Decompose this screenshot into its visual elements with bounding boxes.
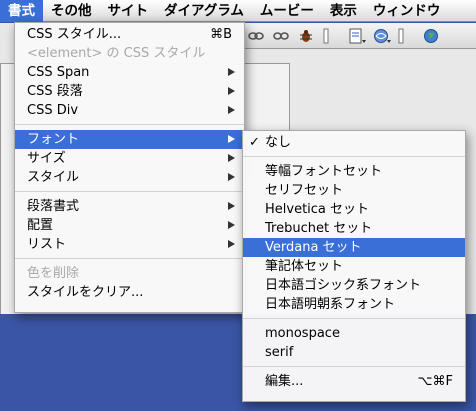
separator-icon-2 — [398, 28, 414, 44]
menu-item-label: 色を削除 — [27, 266, 80, 281]
menubar-item-format[interactable]: 書式 — [0, 0, 43, 22]
menu-item-font[interactable]: フォント — [15, 130, 244, 149]
menu-item-size[interactable]: サイズ — [15, 149, 244, 168]
menu-item-style[interactable]: スタイル — [15, 168, 244, 187]
menu-item-label: スタイル — [27, 170, 80, 185]
submenu-arrow-icon — [228, 240, 235, 248]
menubar: 書式 その他 サイト ダイアグラム ムービー 表示 ウィンドウ — [0, 0, 476, 22]
menu-item-label: スタイルをクリア... — [27, 285, 144, 300]
shortcut-label: ⌥⌘F — [417, 374, 453, 389]
menu-separator — [243, 318, 465, 319]
submenu-arrow-icon — [228, 68, 235, 76]
font-menu-item-monospace-set[interactable]: 等幅フォントセット — [243, 162, 465, 181]
menu-item-label: CSS Div — [27, 103, 79, 118]
menubar-item-other[interactable]: その他 — [43, 0, 100, 22]
menu-item-label: CSS Span — [27, 65, 90, 80]
menubar-item-diagram[interactable]: ダイアグラム — [156, 0, 252, 22]
submenu-arrow-icon — [228, 154, 235, 162]
menu-item-list[interactable]: リスト — [15, 235, 244, 254]
menu-item-label: セリフセット — [265, 183, 344, 198]
menu-item-label: Trebuchet セット — [265, 221, 373, 236]
submenu-arrow-icon — [228, 221, 235, 229]
font-submenu: ✓ なし 等幅フォントセット セリフセット Helvetica セット Treb… — [242, 130, 466, 402]
menu-item-label: Verdana セット — [265, 240, 362, 255]
font-menu-item-edit[interactable]: 編集... ⌥⌘F — [243, 372, 465, 391]
menu-item-label: 等幅フォントセット — [265, 164, 383, 179]
menu-item-label: serif — [265, 345, 294, 360]
menubar-item-view[interactable]: 表示 — [322, 0, 365, 22]
menu-item-css-paragraph[interactable]: CSS 段落 — [15, 82, 244, 101]
submenu-arrow-icon — [228, 106, 235, 114]
menu-item-label: <element> の CSS スタイル — [27, 46, 206, 61]
unlink-icon[interactable] — [273, 28, 289, 44]
link-icon[interactable] — [248, 28, 264, 44]
menubar-item-window[interactable]: ウィンドウ — [365, 0, 449, 22]
font-menu-item-none[interactable]: ✓ なし — [243, 133, 465, 152]
toolbar — [240, 23, 476, 49]
menu-item-label: 筆記体セット — [265, 259, 344, 274]
menu-item-label: 日本語明朝系フォント — [265, 297, 396, 312]
menu-item-label: 日本語ゴシック系フォント — [265, 278, 422, 293]
menu-item-label: CSS スタイル... — [27, 27, 122, 42]
menu-item-label: 段落書式 — [27, 199, 80, 214]
font-menu-item-verdana-set[interactable]: Verdana セット — [243, 238, 465, 257]
menu-item-label: CSS 段落 — [27, 84, 83, 99]
menu-item-label: 配置 — [27, 218, 54, 233]
font-menu-item-helvetica-set[interactable]: Helvetica セット — [243, 200, 465, 219]
checkmark-icon: ✓ — [249, 135, 260, 150]
font-menu-item-japanese-gothic[interactable]: 日本語ゴシック系フォント — [243, 276, 465, 295]
menu-item-remove-color: 色を削除 — [15, 264, 244, 283]
menu-item-css-style[interactable]: CSS スタイル... ⌘B — [15, 25, 244, 44]
format-menu: CSS スタイル... ⌘B <element> の CSS スタイル CSS … — [14, 22, 245, 313]
globe-icon[interactable] — [423, 28, 439, 44]
menu-item-label: Helvetica セット — [265, 202, 370, 217]
separator-icon — [323, 28, 339, 44]
font-menu-item-japanese-mincho[interactable]: 日本語明朝系フォント — [243, 295, 465, 314]
menu-item-label: サイズ — [27, 151, 66, 166]
submenu-arrow-icon — [228, 135, 235, 143]
menu-item-label: 編集... — [265, 374, 304, 389]
submenu-arrow-icon — [228, 202, 235, 210]
document-icon[interactable] — [348, 28, 366, 44]
font-menu-item-serif[interactable]: serif — [243, 343, 465, 362]
font-menu-item-monospace[interactable]: monospace — [243, 324, 465, 343]
menu-separator — [15, 191, 244, 192]
menu-item-alignment[interactable]: 配置 — [15, 216, 244, 235]
submenu-arrow-icon — [228, 173, 235, 181]
menu-item-element-css-style: <element> の CSS スタイル — [15, 44, 244, 63]
browser-preview-icon[interactable] — [373, 28, 391, 44]
menu-item-label: フォント — [27, 132, 80, 147]
menubar-item-site[interactable]: サイト — [100, 0, 157, 22]
menu-item-css-div[interactable]: CSS Div — [15, 101, 244, 120]
menu-separator — [243, 156, 465, 157]
font-menu-item-script-set[interactable]: 筆記体セット — [243, 257, 465, 276]
menu-item-css-span[interactable]: CSS Span — [15, 63, 244, 82]
menu-item-clear-style[interactable]: スタイルをクリア... — [15, 283, 244, 302]
submenu-arrow-icon — [228, 87, 235, 95]
menu-separator — [15, 124, 244, 125]
menu-item-label: リスト — [27, 237, 67, 252]
font-menu-item-serif-set[interactable]: セリフセット — [243, 181, 465, 200]
menu-item-paragraph-format[interactable]: 段落書式 — [15, 197, 244, 216]
shortcut-label: ⌘B — [210, 27, 232, 42]
menubar-item-movie[interactable]: ムービー — [252, 0, 322, 22]
font-menu-item-trebuchet-set[interactable]: Trebuchet セット — [243, 219, 465, 238]
menu-separator — [15, 258, 244, 259]
bug-icon[interactable] — [298, 28, 314, 44]
menu-separator — [243, 366, 465, 367]
menu-item-label: なし — [265, 135, 292, 150]
menu-item-label: monospace — [265, 326, 340, 341]
